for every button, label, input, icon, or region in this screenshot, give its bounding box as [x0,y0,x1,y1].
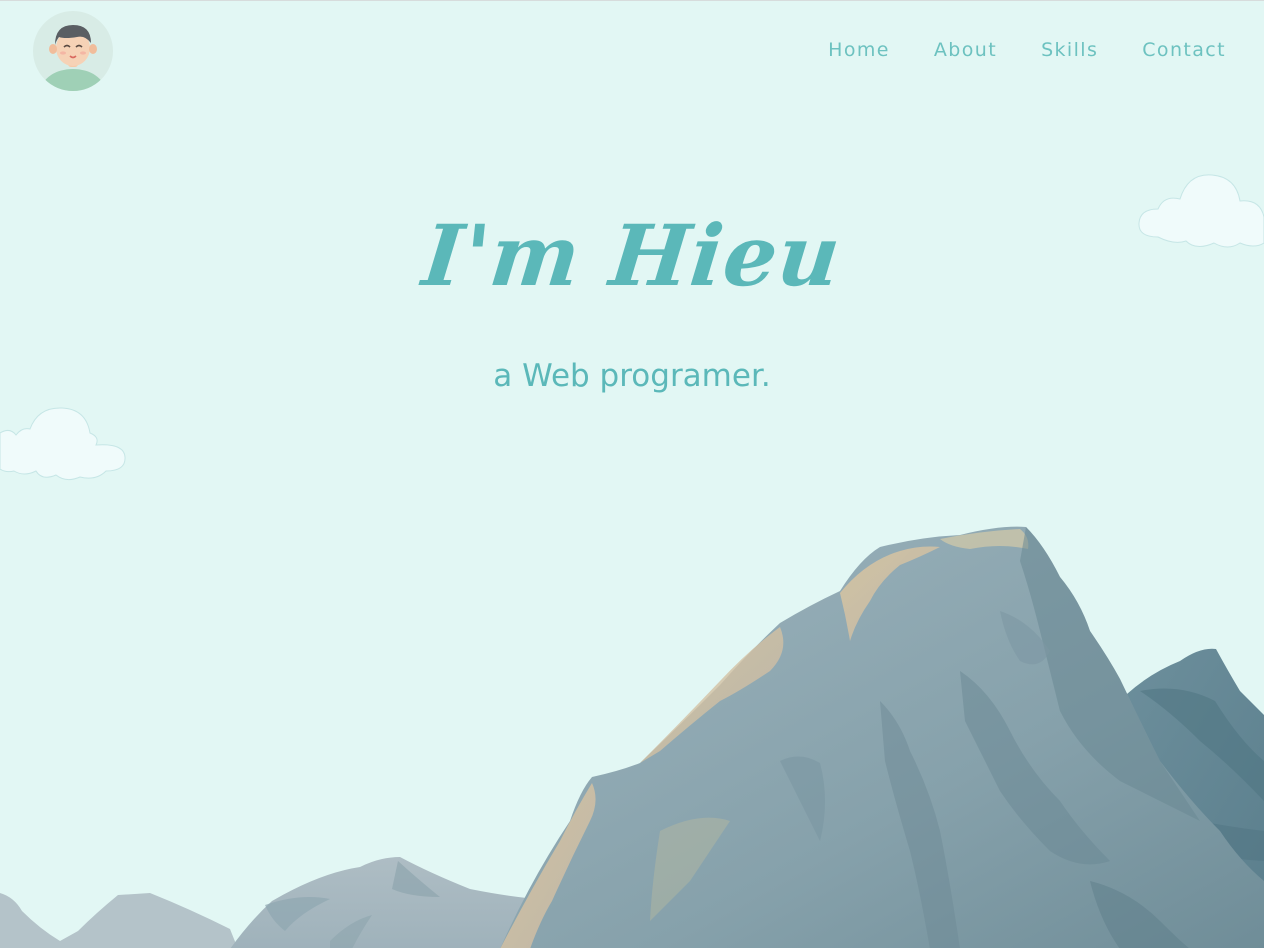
hero-subtitle: a Web programer. [493,358,771,394]
nav-home[interactable]: Home [828,39,890,61]
avatar-icon [33,11,113,91]
nav-skills[interactable]: Skills [1041,39,1098,61]
nav-contact[interactable]: Contact [1142,39,1226,61]
cloud-left-icon [0,407,126,481]
page: Home About Skills Contact I'm Hieu a Web… [0,0,1264,948]
main-nav: Home About Skills Contact [828,39,1226,61]
hero-title: I'm Hieu [418,206,846,305]
avatar-link[interactable] [33,11,113,91]
nav-about[interactable]: About [934,39,997,61]
mountains-illustration [0,526,1264,948]
